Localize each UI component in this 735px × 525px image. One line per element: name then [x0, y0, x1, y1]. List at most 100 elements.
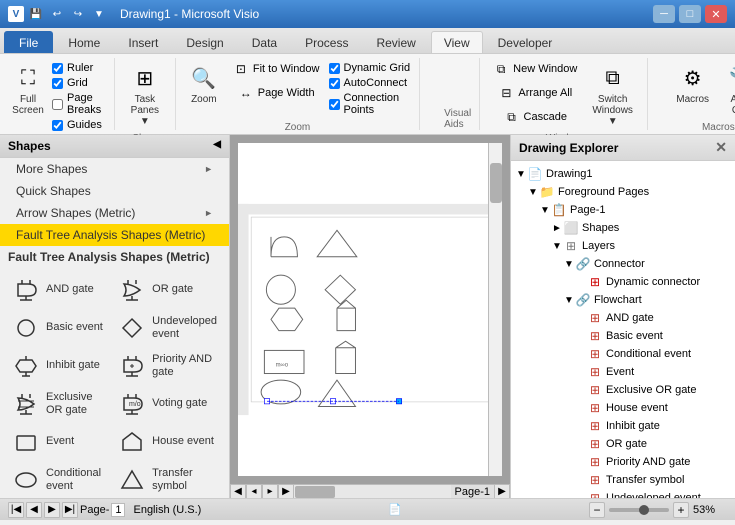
- tree-drawing1[interactable]: ▼ 📄 Drawing1: [511, 165, 735, 183]
- maximize-button[interactable]: □: [679, 5, 701, 23]
- shapes-toggle[interactable]: ►: [551, 223, 563, 234]
- tree-connector[interactable]: ▼ 🔗 Connector: [511, 255, 735, 273]
- add-ons-button[interactable]: 🔧 Add-Ons: [717, 58, 735, 120]
- connection-points-checkbox[interactable]: [329, 99, 340, 110]
- tree-shapes[interactable]: ► ⬜ Shapes: [511, 219, 735, 237]
- quick-shapes-item[interactable]: Quick Shapes: [0, 180, 229, 202]
- tree-undeveloped-event[interactable]: ► ⊞ Undeveloped event: [511, 489, 735, 498]
- connector-toggle[interactable]: ▼: [563, 259, 575, 270]
- save-quick-btn[interactable]: 💾: [27, 5, 45, 23]
- tab-file[interactable]: File: [4, 31, 53, 53]
- scroll-left-btn[interactable]: ◀: [230, 484, 246, 499]
- tree-basic-event[interactable]: ► ⊞ Basic event: [511, 327, 735, 345]
- page-tab[interactable]: Page-1: [451, 486, 494, 498]
- tab-insert[interactable]: Insert: [115, 31, 171, 53]
- tree-transfer-symbol[interactable]: ► ⊞ Transfer symbol: [511, 471, 735, 489]
- shape-event[interactable]: Event: [8, 424, 112, 460]
- undo-quick-btn[interactable]: ↩: [48, 5, 66, 23]
- zoom-slider-thumb[interactable]: [639, 505, 649, 515]
- tab-review[interactable]: Review: [363, 31, 428, 53]
- tab-home[interactable]: Home: [55, 31, 113, 53]
- qa-dropdown-btn[interactable]: ▼: [90, 5, 108, 23]
- tree-foreground-pages[interactable]: ▼ 📁 Foreground Pages: [511, 183, 735, 201]
- arrow-shapes-item[interactable]: Arrow Shapes (Metric): [0, 202, 229, 224]
- next-page-btn[interactable]: ▶: [44, 502, 60, 518]
- fit-to-window-button[interactable]: ⊡Fit to Window: [228, 58, 325, 80]
- shape-inhibit-gate[interactable]: Inhibit gate: [8, 348, 112, 384]
- tree-flowchart[interactable]: ▼ 🔗 Flowchart: [511, 291, 735, 309]
- scroll-right-btn[interactable]: ▶: [278, 484, 294, 499]
- tree-or-gate[interactable]: ► ⊞ OR gate: [511, 435, 735, 453]
- more-shapes-item[interactable]: More Shapes: [0, 158, 229, 180]
- tree-inhibit-gate[interactable]: ► ⊞ Inhibit gate: [511, 417, 735, 435]
- zoom-in-btn[interactable]: +: [673, 502, 689, 518]
- macros-button[interactable]: ⚙ Macros: [672, 58, 713, 109]
- h-scroll-thumb[interactable]: [295, 486, 335, 498]
- last-page-btn[interactable]: ▶|: [62, 502, 78, 518]
- guides-checkbox-label[interactable]: Guides: [52, 119, 106, 131]
- status-icon-1[interactable]: 📄: [385, 501, 405, 519]
- grid-checkbox[interactable]: [52, 78, 63, 89]
- scroll-next-page-btn[interactable]: ▸: [262, 484, 278, 499]
- shapes-panel-collapse-btn[interactable]: ◀: [213, 139, 221, 153]
- explorer-close-btn[interactable]: ✕: [715, 139, 727, 156]
- tree-exclusive-or-gate[interactable]: ► ⊞ Exclusive OR gate: [511, 381, 735, 399]
- foreground-pages-toggle[interactable]: ▼: [527, 187, 539, 198]
- cascade-button[interactable]: ⧉Cascade: [499, 106, 572, 128]
- tree-event[interactable]: ► ⊞ Event: [511, 363, 735, 381]
- autoconnect-checkbox-label[interactable]: AutoConnect: [329, 77, 412, 89]
- canvas-vertical-scrollbar[interactable]: [488, 143, 502, 476]
- page-width-button[interactable]: ↔Page Width: [233, 82, 320, 104]
- tab-data[interactable]: Data: [239, 31, 290, 53]
- arrange-all-button[interactable]: ⊟Arrange All: [493, 82, 577, 104]
- ruler-checkbox-label[interactable]: Ruler: [52, 62, 106, 74]
- first-page-btn[interactable]: |◀: [8, 502, 24, 518]
- page-breaks-checkbox[interactable]: [52, 99, 63, 110]
- shape-basic-event[interactable]: Basic event: [8, 310, 112, 346]
- shape-or-gate[interactable]: OR gate: [114, 272, 221, 308]
- new-window-button[interactable]: ⧉New Window: [488, 58, 582, 80]
- dynamic-grid-checkbox-label[interactable]: Dynamic Grid: [329, 62, 412, 74]
- close-button[interactable]: ✕: [705, 5, 727, 23]
- shape-undeveloped-event[interactable]: Undeveloped event: [114, 310, 221, 346]
- tree-conditional-event[interactable]: ► ⊞ Conditional event: [511, 345, 735, 363]
- tab-process[interactable]: Process: [292, 31, 361, 53]
- shape-priority-and-gate[interactable]: Priority AND gate: [114, 348, 221, 384]
- zoom-slider[interactable]: [609, 508, 669, 512]
- drawing1-toggle[interactable]: ▼: [515, 169, 527, 180]
- shape-exclusive-or-gate[interactable]: Exclusive OR gate: [8, 386, 112, 422]
- page-input[interactable]: 1: [111, 503, 125, 517]
- dynamic-grid-checkbox[interactable]: [329, 63, 340, 74]
- scrollbar-thumb[interactable]: [490, 163, 502, 203]
- shape-transfer-symbol[interactable]: Transfer symbol: [114, 462, 221, 498]
- tree-dynamic-connector[interactable]: ► ⊞ Dynamic connector: [511, 273, 735, 291]
- layers-toggle[interactable]: ▼: [551, 241, 563, 252]
- tree-layers[interactable]: ▼ ⊞ Layers: [511, 237, 735, 255]
- zoom-button[interactable]: 🔍 Zoom: [184, 58, 224, 109]
- canvas[interactable]: m∞o: [238, 143, 502, 476]
- shape-conditional-event[interactable]: Conditional event: [8, 462, 112, 498]
- fault-tree-item[interactable]: Fault Tree Analysis Shapes (Metric): [0, 224, 229, 246]
- redo-quick-btn[interactable]: ↪: [69, 5, 87, 23]
- full-screen-button[interactable]: ⛶ FullScreen: [8, 58, 48, 120]
- switch-windows-button[interactable]: ⧉ SwitchWindows ▼: [586, 58, 639, 131]
- task-panes-button[interactable]: ⊞ TaskPanes ▼: [123, 58, 167, 131]
- tree-priority-and-gate[interactable]: ► ⊞ Priority AND gate: [511, 453, 735, 471]
- zoom-out-btn[interactable]: −: [589, 502, 605, 518]
- prev-page-btn[interactable]: ◀: [26, 502, 42, 518]
- autoconnect-checkbox[interactable]: [329, 78, 340, 89]
- shape-and-gate[interactable]: AND gate: [8, 272, 112, 308]
- tree-and-gate[interactable]: ► ⊞ AND gate: [511, 309, 735, 327]
- tab-design[interactable]: Design: [173, 31, 236, 53]
- tree-page-1[interactable]: ▼ 📋 Page-1: [511, 201, 735, 219]
- guides-checkbox[interactable]: [52, 120, 63, 131]
- canvas-horizontal-scrollbar[interactable]: ◀ ◂ ▸ ▶ Page-1 ▶: [230, 484, 510, 498]
- flowchart-toggle[interactable]: ▼: [563, 295, 575, 306]
- shape-voting-gate[interactable]: m/o Voting gate: [114, 386, 221, 422]
- tab-view[interactable]: View: [431, 31, 483, 53]
- h-scroll-right2-btn[interactable]: ▶: [494, 484, 510, 499]
- grid-checkbox-label[interactable]: Grid: [52, 77, 106, 89]
- tab-developer[interactable]: Developer: [485, 31, 566, 53]
- page-breaks-checkbox-label[interactable]: Page Breaks: [52, 92, 106, 116]
- page1-toggle[interactable]: ▼: [539, 205, 551, 216]
